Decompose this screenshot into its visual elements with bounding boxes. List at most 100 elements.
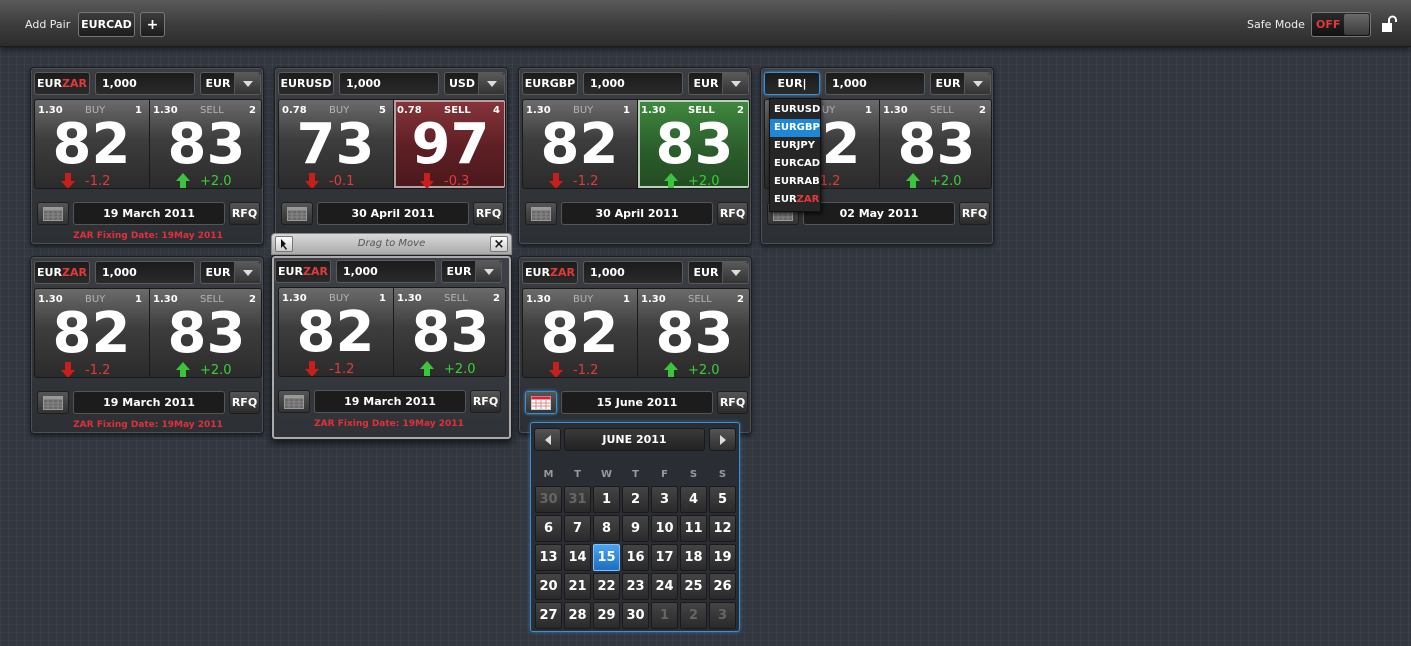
calendar-day[interactable]: 9 xyxy=(622,515,649,542)
calendar-day[interactable]: 16 xyxy=(622,544,649,571)
sell-price-button[interactable]: 1.30 SELL 2 83 +2.0 xyxy=(149,289,261,377)
add-pair-button[interactable]: + xyxy=(140,12,165,37)
calendar-day[interactable]: 26 xyxy=(709,573,736,600)
currency-select[interactable]: EUR xyxy=(930,72,991,95)
calendar-day[interactable]: 23 xyxy=(622,573,649,600)
chevron-down-icon[interactable] xyxy=(475,261,501,282)
calendar-day[interactable]: 5 xyxy=(709,486,736,513)
rfq-button[interactable]: RFQ xyxy=(229,391,260,414)
calendar-button[interactable] xyxy=(37,391,69,414)
amount-input[interactable]: 1,000 xyxy=(583,261,683,284)
value-date[interactable]: 19 March 2011 xyxy=(73,391,225,414)
pair-option[interactable]: EURZAR xyxy=(770,191,820,209)
pair-input[interactable]: EURGBP xyxy=(522,72,578,95)
pair-option[interactable]: EURJPY xyxy=(770,137,820,155)
buy-price-button[interactable]: 1.30 BUY 1 82 -1.2 xyxy=(523,289,636,377)
pair-input[interactable]: EUR ZAR xyxy=(34,72,90,95)
rfq-button[interactable]: RFQ xyxy=(717,391,748,414)
add-pair-input[interactable]: EURCAD xyxy=(78,12,135,37)
amount-input[interactable]: 1,000 xyxy=(825,72,925,95)
calendar-day[interactable]: 11 xyxy=(680,515,707,542)
currency-select[interactable]: USD xyxy=(444,72,505,95)
calendar-day[interactable]: 1 xyxy=(593,486,620,513)
pair-option[interactable]: EURRAB xyxy=(770,173,820,191)
calendar-day[interactable]: 30 xyxy=(535,486,562,513)
amount-input[interactable]: 1,000 xyxy=(336,260,436,283)
chevron-down-icon[interactable] xyxy=(722,262,748,283)
value-date[interactable]: 30 April 2011 xyxy=(317,202,469,225)
currency-select[interactable]: EUR xyxy=(688,72,749,95)
currency-select[interactable]: EUR xyxy=(200,261,261,284)
calendar-day[interactable]: 18 xyxy=(680,544,707,571)
value-date[interactable]: 19 March 2011 xyxy=(73,202,225,225)
sell-price-button[interactable]: 0.78 SELL 4 97 -0.3 xyxy=(393,100,505,188)
calendar-day[interactable]: 19 xyxy=(709,544,736,571)
calendar-day[interactable]: 12 xyxy=(709,515,736,542)
sell-price-button[interactable]: 1.30 SELL 2 83 +2.0 xyxy=(393,288,505,376)
sell-price-button[interactable]: 1.30 SELL 2 83 +2.0 xyxy=(637,100,749,188)
calendar-day[interactable]: 3 xyxy=(651,486,678,513)
sell-price-button[interactable]: 1.30 SELL 2 83 +2.0 xyxy=(149,100,261,188)
rfq-button[interactable]: RFQ xyxy=(473,202,504,225)
amount-input[interactable]: 1,000 xyxy=(95,72,195,95)
calendar-day[interactable]: 15 xyxy=(593,544,620,571)
amount-input[interactable]: 1,000 xyxy=(95,261,195,284)
chevron-down-icon[interactable] xyxy=(234,73,260,94)
calendar-day[interactable]: 8 xyxy=(593,515,620,542)
calendar-day[interactable]: 3 xyxy=(709,602,736,629)
buy-price-button[interactable]: 1.30 BUY 1 82 -1.2 xyxy=(35,289,148,377)
currency-select[interactable]: EUR xyxy=(441,260,502,283)
pair-option[interactable]: EURUSD xyxy=(770,101,820,119)
calendar-button[interactable] xyxy=(278,390,310,413)
rfq-button[interactable]: RFQ xyxy=(229,202,260,225)
safe-mode-toggle[interactable]: OFF xyxy=(1311,12,1371,37)
buy-price-button[interactable]: 1.30 BUY 1 82 -1.2 xyxy=(35,100,148,188)
rfq-button[interactable]: RFQ xyxy=(717,202,748,225)
amount-input[interactable]: 1,000 xyxy=(339,72,439,95)
buy-price-button[interactable]: 1.30 BUY 1 82 -1.2 xyxy=(279,288,392,376)
calendar-day[interactable]: 20 xyxy=(535,573,562,600)
pair-input[interactable]: EUR ZAR xyxy=(275,260,331,283)
value-date[interactable]: 02 May 2011 xyxy=(803,202,955,225)
value-date[interactable]: 19 March 2011 xyxy=(314,390,466,413)
calendar-day[interactable]: 22 xyxy=(593,573,620,600)
unlock-icon[interactable] xyxy=(1380,15,1398,33)
calendar-day[interactable]: 28 xyxy=(564,602,591,629)
chevron-down-icon[interactable] xyxy=(964,73,990,94)
pair-input[interactable]: EUR ZAR xyxy=(522,261,578,284)
calendar-button[interactable] xyxy=(525,391,557,414)
pair-option[interactable]: EURCAD xyxy=(770,155,820,173)
calendar-button[interactable] xyxy=(525,202,557,225)
chevron-down-icon[interactable] xyxy=(478,73,504,94)
calendar-day[interactable]: 4 xyxy=(680,486,707,513)
chevron-down-icon[interactable] xyxy=(234,262,260,283)
currency-select[interactable]: EUR xyxy=(200,72,261,95)
calendar-day[interactable]: 2 xyxy=(622,486,649,513)
calendar-day[interactable]: 21 xyxy=(564,573,591,600)
close-icon[interactable]: × xyxy=(490,236,508,252)
sell-price-button[interactable]: 1.30 SELL 2 83 +2.0 xyxy=(637,289,749,377)
calendar-day[interactable]: 13 xyxy=(535,544,562,571)
buy-price-button[interactable]: 1.30 BUY 1 82 -1.2 xyxy=(523,100,636,188)
prev-month-button[interactable] xyxy=(534,428,561,451)
calendar-day[interactable]: 31 xyxy=(564,486,591,513)
pair-input[interactable]: EURUSD xyxy=(278,72,334,95)
pair-input[interactable]: EUR ZAR xyxy=(34,261,90,284)
value-date[interactable]: 15 June 2011 xyxy=(561,391,713,414)
calendar-button[interactable] xyxy=(281,202,313,225)
calendar-day[interactable]: 27 xyxy=(535,602,562,629)
calendar-day[interactable]: 24 xyxy=(651,573,678,600)
calendar-day[interactable]: 6 xyxy=(535,515,562,542)
calendar-day[interactable]: 10 xyxy=(651,515,678,542)
calendar-day[interactable]: 14 xyxy=(564,544,591,571)
amount-input[interactable]: 1,000 xyxy=(583,72,683,95)
pair-input[interactable]: EUR| xyxy=(764,72,820,95)
calendar-day[interactable]: 29 xyxy=(593,602,620,629)
calendar-day[interactable]: 17 xyxy=(651,544,678,571)
buy-price-button[interactable]: 0.78 BUY 5 73 -0.1 xyxy=(279,100,392,188)
calendar-button[interactable] xyxy=(37,202,69,225)
currency-select[interactable]: EUR xyxy=(688,261,749,284)
calendar-day[interactable]: 30 xyxy=(622,602,649,629)
next-month-button[interactable] xyxy=(709,428,736,451)
calendar-day[interactable]: 25 xyxy=(680,573,707,600)
